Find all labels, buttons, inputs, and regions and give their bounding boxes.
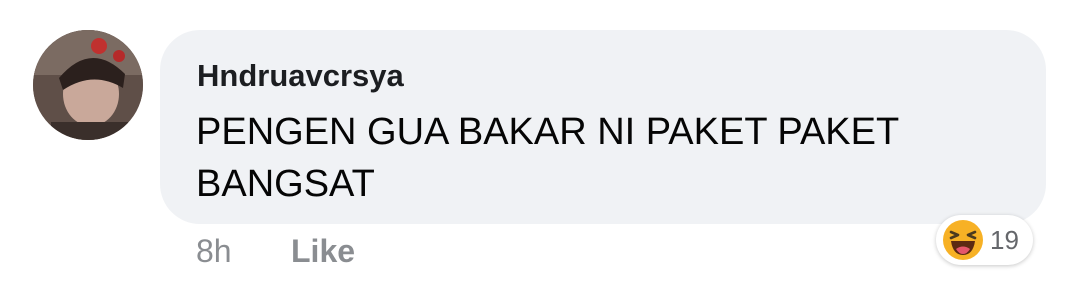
profile-photo-icon [33, 30, 143, 140]
comment-author[interactable]: Hndruavcrsya [197, 58, 404, 94]
comment-timestamp[interactable]: 8h [196, 233, 232, 270]
comment-text: PENGEN GUA BAKAR NI PAKET PAKET BANGSAT [196, 111, 899, 205]
reaction-count: 19 [990, 224, 1019, 255]
like-button[interactable]: Like [291, 233, 355, 270]
haha-emoji-icon [943, 220, 983, 260]
avatar[interactable] [33, 30, 143, 140]
comment-bubble: Hndruavcrsya PENGEN GUA BAKAR NI PAKET P… [160, 30, 1046, 224]
reaction-summary[interactable]: 19 [936, 215, 1033, 265]
